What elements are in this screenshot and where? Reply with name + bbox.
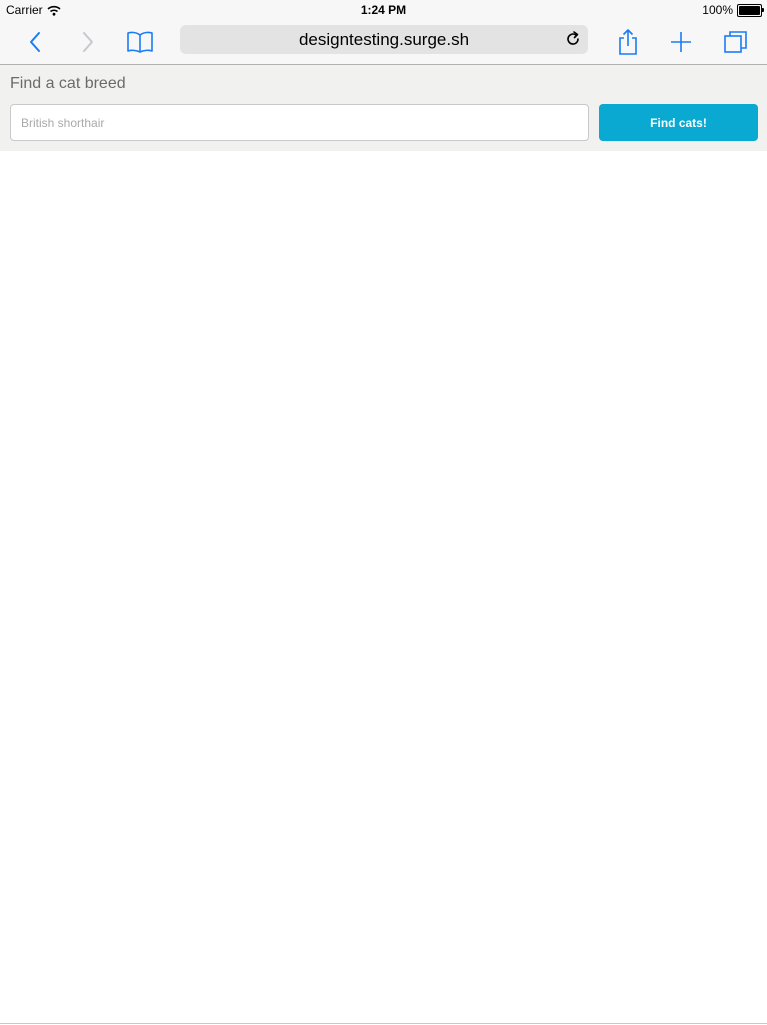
- share-icon: [619, 29, 637, 55]
- bottom-divider: [0, 1023, 767, 1024]
- forward-icon: [83, 32, 93, 52]
- share-button[interactable]: [612, 26, 644, 58]
- clock-time: 1:24 PM: [360, 3, 407, 17]
- tabs-button[interactable]: [720, 26, 752, 58]
- battery-group: 100%: [702, 3, 764, 17]
- back-icon: [30, 32, 40, 52]
- battery-icon: [737, 3, 764, 17]
- breed-search-input[interactable]: [10, 104, 589, 141]
- bookmarks-icon: [127, 31, 153, 53]
- reload-icon[interactable]: [564, 30, 582, 48]
- search-heading: Find a cat breed: [10, 75, 126, 92]
- breed-search-panel: Find a cat breed Find cats!: [0, 65, 767, 151]
- address-bar[interactable]: designtesting.surge.sh: [180, 25, 588, 54]
- browser-toolbar: designtesting.surge.sh: [0, 20, 767, 65]
- new-tab-button[interactable]: [665, 26, 697, 58]
- new-tab-icon: [671, 32, 691, 52]
- find-cats-button[interactable]: Find cats!: [599, 104, 758, 141]
- url-text: designtesting.surge.sh: [298, 29, 470, 49]
- tabs-icon: [724, 31, 747, 53]
- status-bar: Carrier 1:24 PM 100%: [0, 0, 767, 20]
- forward-button[interactable]: [72, 26, 104, 58]
- back-button[interactable]: [19, 26, 51, 58]
- bookmarks-button[interactable]: [124, 26, 156, 58]
- battery-percentage: 100%: [702, 3, 733, 17]
